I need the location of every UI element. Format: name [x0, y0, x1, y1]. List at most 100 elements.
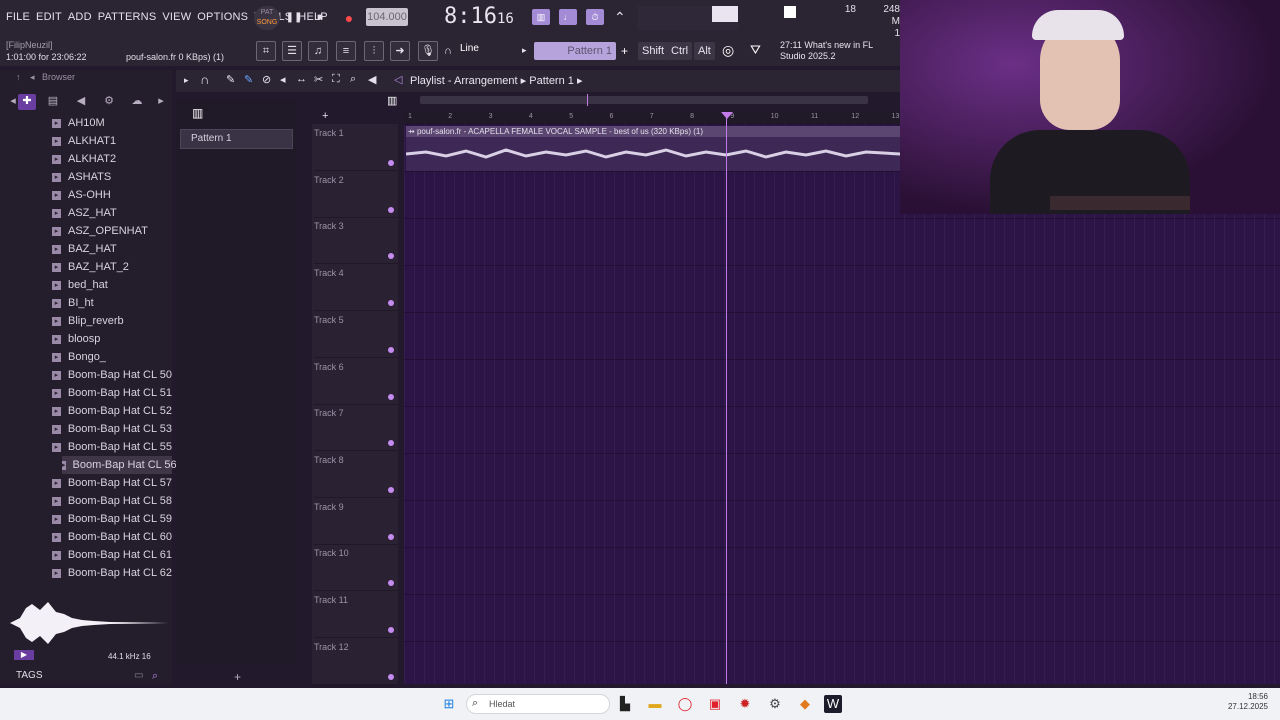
back-icon[interactable]: ◁	[394, 73, 402, 86]
track-mute-icon[interactable]	[388, 580, 394, 587]
track-mute-icon[interactable]	[388, 206, 394, 213]
menu-item[interactable]: VIEW	[162, 11, 191, 23]
timeline-ruler[interactable]: 1 2 3 4 5 6 7 8 9 10 11 12 13	[404, 112, 900, 124]
playback-icon[interactable]: ◀	[368, 73, 376, 86]
browser-item[interactable]: ▸ AH10M	[52, 114, 172, 132]
browser-item[interactable]: ▸ Boom-Bap Hat CL 59	[52, 510, 172, 528]
slice-icon[interactable]: ✂	[314, 73, 323, 86]
cloud-icon[interactable]: ☁	[128, 94, 146, 110]
pause-button[interactable]: ❚❚	[284, 8, 304, 28]
track-header[interactable]: Track 8	[314, 451, 398, 498]
keyboard-icon[interactable]: ▥	[192, 106, 203, 120]
alt-key[interactable]: Alt	[694, 42, 715, 60]
add-icon[interactable]: +	[234, 670, 241, 684]
browser-item[interactable]: ▸ Boom-Bap Hat CL 57	[52, 474, 172, 492]
arrow-icon[interactable]: ➜	[390, 41, 410, 61]
obs-icon[interactable]: W	[824, 695, 842, 713]
up-arrow-icon[interactable]: ↑	[16, 72, 21, 82]
stop-button[interactable]: ■	[310, 8, 330, 28]
files-icon[interactable]: ▤	[44, 94, 62, 110]
target-icon[interactable]: ◎	[722, 42, 734, 59]
browser-item[interactable]: ▸ BI_ht	[52, 294, 172, 312]
wait-icon[interactable]: ⏱	[586, 9, 604, 25]
select-icon[interactable]: ⛶	[332, 73, 340, 86]
track-header[interactable]: Track 12	[314, 638, 398, 685]
taskbar-search[interactable]: Hledat	[466, 694, 610, 714]
browser-icon[interactable]: ≡	[336, 41, 356, 61]
track-mute-icon[interactable]	[388, 300, 394, 307]
browser-item[interactable]: ▸ bloosp	[52, 330, 172, 348]
speaker-icon[interactable]: ◀	[72, 94, 90, 110]
fl-studio-icon[interactable]: ◆	[796, 695, 814, 713]
track-mute-icon[interactable]	[388, 346, 394, 353]
track-header[interactable]: Track 2	[314, 171, 398, 218]
track-mute-icon[interactable]	[388, 486, 394, 493]
opera-icon[interactable]: ◯	[676, 695, 694, 713]
playhead[interactable]	[726, 112, 727, 684]
track-mute-icon[interactable]	[388, 533, 394, 540]
mute-icon[interactable]: ◂	[280, 73, 286, 86]
play-icon[interactable]: ▸	[184, 75, 189, 86]
tool-icon[interactable]: ⌃	[614, 9, 626, 26]
slip-icon[interactable]: ↔	[296, 73, 307, 85]
piano-roll-icon[interactable]: ♫	[308, 41, 328, 61]
play-pattern-icon[interactable]: ▸	[522, 45, 527, 56]
all-icon[interactable]: ✚	[18, 94, 36, 110]
task-view-icon[interactable]: ▙	[616, 695, 634, 713]
track-header[interactable]: Track 6	[314, 358, 398, 405]
browser-item[interactable]: ▸ Boom-Bap Hat CL 51	[52, 384, 172, 402]
menu-item[interactable]: PATTERNS	[98, 11, 157, 23]
browser-item[interactable]: ▸ Boom-Bap Hat CL 50	[52, 366, 172, 384]
browser-item[interactable]: ▸ Bongo_	[52, 348, 172, 366]
magnet-icon-2[interactable]: ∩	[200, 72, 209, 87]
mixer-icon[interactable]: ⫶	[364, 41, 384, 61]
track-mute-icon[interactable]	[388, 673, 394, 680]
browser-item[interactable]: ▸ Boom-Bap Hat CL 53	[52, 420, 172, 438]
metronome-icon[interactable]: ♩	[559, 9, 577, 25]
paint-icon[interactable]: ✎	[244, 73, 253, 86]
file-explorer-icon[interactable]: ▬	[646, 695, 664, 713]
browser-item[interactable]: ▸ BAZ_HAT_2	[52, 258, 172, 276]
windows-start-icon[interactable]: ⊞	[440, 695, 458, 713]
settings-icon[interactable]: ⚙	[766, 695, 784, 713]
pattern-selector[interactable]: Pattern 1	[534, 42, 616, 60]
track-header[interactable]: Track 4	[314, 264, 398, 312]
piano-icon[interactable]: ▥	[532, 9, 550, 25]
browser-item[interactable]: ▸ Boom-Bap Hat CL 61	[52, 546, 172, 564]
browser-item[interactable]: ▸ Boom-Bap Hat CL 60	[52, 528, 172, 546]
menu-item[interactable]: EDIT	[36, 11, 62, 23]
playlist-icon[interactable]: ⌗	[256, 41, 276, 61]
browser-item[interactable]: ▸ Blip_reverb	[52, 312, 172, 330]
browser-item[interactable]: ▸ AS-OHH	[52, 186, 172, 204]
track-header[interactable]: Track 3	[314, 217, 398, 265]
right-arrow-icon[interactable]: ▸	[152, 94, 170, 110]
pencil-icon[interactable]: ✎	[226, 73, 235, 86]
piano-keys-icon[interactable]: ▥	[387, 94, 397, 107]
menu-item[interactable]: OPTIONS	[197, 11, 248, 23]
track-mute-icon[interactable]	[388, 440, 394, 447]
browser-item[interactable]: ▸ ASHATS	[52, 168, 172, 186]
playhead-marker[interactable]	[721, 112, 733, 119]
cart-icon[interactable]: ⛛	[750, 42, 761, 58]
track-header[interactable]: Track 5	[314, 311, 398, 358]
track-header[interactable]: Track 1	[314, 124, 398, 171]
track-mute-icon[interactable]	[388, 393, 394, 400]
menu-item[interactable]: ADD	[68, 11, 92, 23]
track-mute-icon[interactable]	[388, 160, 394, 166]
zoom-icon[interactable]: ⌕	[350, 73, 356, 86]
add-track-icon[interactable]: +	[322, 110, 328, 122]
browser-item[interactable]: ▸ Boom-Bap Hat CL 55	[52, 438, 172, 456]
browser-item[interactable]: ▸ ALKHAT1	[52, 132, 172, 150]
channel-rack-icon[interactable]: ☰	[282, 41, 302, 61]
news-panel[interactable]: 27:11 What's new in FL Studio 2025.2	[780, 40, 890, 62]
tempo-display[interactable]: 104.000	[366, 8, 408, 26]
browser-item[interactable]: ▸ Boom-Bap Hat CL 62	[52, 564, 172, 582]
menu-item[interactable]: FILE	[6, 11, 30, 23]
track-header[interactable]: Track 11	[314, 591, 398, 638]
add-pattern-icon[interactable]: +	[621, 44, 628, 58]
browser-item[interactable]: ▸ BAZ_HAT	[52, 240, 172, 258]
browser-item[interactable]: ▸ Boom-Bap Hat CL 56	[62, 456, 177, 474]
delete-icon[interactable]: ⊘	[262, 73, 271, 86]
media-icon[interactable]: ▣	[706, 695, 724, 713]
plugin-icon[interactable]: ⚙	[100, 94, 118, 110]
